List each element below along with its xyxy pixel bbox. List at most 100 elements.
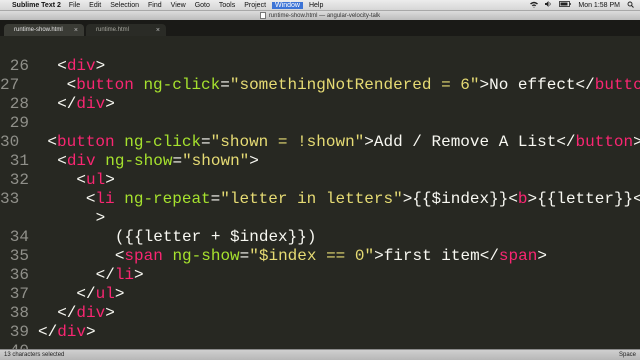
- code-token: >: [249, 152, 259, 170]
- code-token: b: [517, 190, 528, 208]
- code-line[interactable]: 26 <div>: [0, 57, 640, 76]
- menu-window[interactable]: Window: [272, 1, 303, 9]
- line-number: 31: [9, 152, 29, 170]
- code-token: "$index == 0": [249, 247, 375, 265]
- menu-selection[interactable]: Selection: [110, 2, 139, 9]
- code-token: =: [239, 247, 250, 265]
- window-title: runtime-show.html — angular-velocity-tal…: [268, 12, 381, 19]
- code-token: button: [57, 133, 115, 151]
- code-line[interactable]: 31 <div ng-show="shown">: [0, 152, 640, 171]
- code-line[interactable]: 38 </div>: [0, 304, 640, 323]
- line-number: 30: [0, 133, 20, 151]
- line-content: </div>: [38, 95, 115, 114]
- code-token: ng-repeat: [124, 190, 211, 208]
- line-content: </div>: [38, 323, 96, 342]
- close-icon[interactable]: ×: [156, 27, 160, 34]
- code-token: <: [66, 76, 77, 94]
- menu-tools[interactable]: Tools: [219, 2, 235, 9]
- code-token: >: [105, 304, 115, 322]
- code-token: >first item</: [374, 247, 499, 265]
- code-token: </: [57, 95, 77, 113]
- code-line[interactable]: 37 </ul>: [0, 285, 640, 304]
- line-number: 28: [9, 95, 29, 113]
- code-line[interactable]: 29: [0, 114, 640, 133]
- code-token: >: [633, 133, 640, 151]
- tab-runtime[interactable]: runtime.html ×: [86, 24, 166, 36]
- line-content: <button ng-click="shown = !shown">Add / …: [28, 133, 640, 152]
- code-line[interactable]: 33 <li ng-repeat="letter in letters">{{$…: [0, 190, 640, 209]
- code-token: ul: [86, 171, 106, 189]
- menu-find[interactable]: Find: [148, 2, 162, 9]
- line-number: 32: [9, 171, 29, 189]
- code-token: ul: [95, 285, 115, 303]
- line-number: 36: [9, 266, 29, 284]
- code-token: button: [575, 133, 634, 151]
- clock[interactable]: Mon 1:58 PM: [578, 2, 620, 9]
- menu-project[interactable]: Project: [244, 2, 266, 9]
- line-number: 38: [9, 304, 29, 322]
- code-token: >: [134, 266, 144, 284]
- close-icon[interactable]: ×: [74, 27, 78, 34]
- code-token: =: [220, 76, 230, 94]
- code-line[interactable]: [0, 38, 640, 57]
- line-content: <div>: [38, 57, 105, 76]
- line-content: </div>: [38, 304, 115, 323]
- line-number: 34: [9, 228, 29, 246]
- code-line[interactable]: 36 </li>: [0, 266, 640, 285]
- code-token: </: [38, 323, 58, 341]
- line-number: [0, 38, 38, 57]
- menu-file[interactable]: File: [69, 2, 80, 9]
- line-number: 27: [0, 76, 20, 94]
- status-menus: Mon 1:58 PM: [530, 1, 640, 10]
- code-token: <: [47, 133, 58, 151]
- code-token: >{{letter}}</: [527, 190, 640, 208]
- code-line[interactable]: >: [0, 209, 640, 228]
- menu-help[interactable]: Help: [309, 2, 323, 9]
- wifi-icon[interactable]: [530, 1, 539, 10]
- code-token: >: [105, 171, 115, 189]
- app-name-menu[interactable]: Sublime Text 2: [12, 2, 61, 9]
- code-line[interactable]: 28 </div>: [0, 95, 640, 114]
- code-token: >: [95, 57, 106, 75]
- code-editor[interactable]: 26 <div> 27 <button ng-click="somethingNo…: [0, 36, 640, 349]
- code-line[interactable]: 34 ({{letter + $index}}): [0, 228, 640, 247]
- code-token: ng-show: [105, 152, 173, 170]
- code-line[interactable]: 27 <button ng-click="somethingNotRendere…: [0, 76, 640, 95]
- menu-view[interactable]: View: [171, 2, 186, 9]
- code-token: =: [210, 190, 221, 208]
- menu-goto[interactable]: Goto: [195, 2, 210, 9]
- code-token: >: [86, 323, 96, 341]
- code-token: <: [57, 57, 67, 75]
- indentation-status[interactable]: Space: [619, 352, 636, 358]
- code-line[interactable]: 32 <ul>: [0, 171, 640, 190]
- line-number: 35: [9, 247, 29, 265]
- battery-icon[interactable]: [559, 1, 572, 9]
- code-line[interactable]: 30 <button ng-click="shown = !shown">Add…: [0, 133, 640, 152]
- code-token: >No effect</: [479, 76, 595, 94]
- volume-icon[interactable]: [545, 1, 552, 9]
- code-line[interactable]: 39 </div>: [0, 323, 640, 342]
- line-number: 37: [9, 285, 29, 303]
- code-token: button: [76, 76, 134, 94]
- code-token: </: [57, 304, 77, 322]
- line-number: [0, 209, 38, 228]
- code-token: "shown = !shown": [210, 133, 365, 151]
- tab-label: runtime-show.html: [14, 27, 63, 33]
- code-area[interactable]: 26 <div> 27 <button ng-click="somethingNo…: [0, 38, 640, 349]
- line-content: <div ng-show="shown">: [38, 152, 259, 171]
- code-token: "shown": [182, 152, 250, 170]
- code-line[interactable]: 40: [0, 342, 640, 349]
- spotlight-icon[interactable]: [627, 1, 634, 10]
- code-line[interactable]: 35 <span ng-show="$index == 0">first ite…: [0, 247, 640, 266]
- menu-edit[interactable]: Edit: [89, 2, 101, 9]
- tab-runtime-show[interactable]: runtime-show.html ×: [4, 24, 84, 36]
